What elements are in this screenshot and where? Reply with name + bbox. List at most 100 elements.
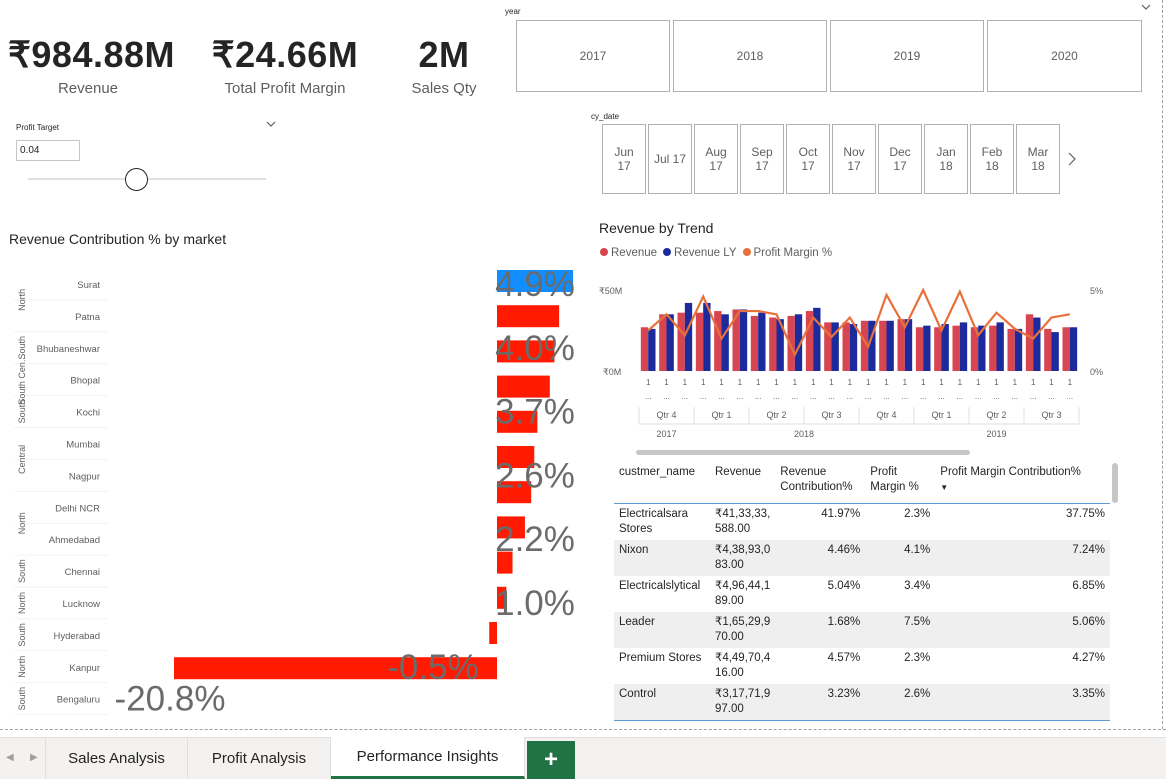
axis-label: ₹0M	[603, 367, 621, 377]
day-tick: 1	[1031, 378, 1036, 387]
table-cell: 4.1%	[865, 539, 936, 576]
date-tile-mar-18[interactable]: Mar 18	[1016, 124, 1060, 194]
table-cell: ₹41,33,33, 588.00	[715, 507, 771, 535]
profit-margin-card: ₹24.66M Total Profit Margin	[205, 34, 365, 97]
day-tick: 1	[719, 378, 724, 387]
market-label: Patna	[75, 312, 101, 323]
date-tile-oct-17[interactable]: Oct 17	[786, 124, 830, 194]
revenue-card: ₹984.88M Revenue	[8, 34, 176, 97]
date-tile-feb-18[interactable]: Feb 18	[970, 124, 1014, 194]
region-label: North	[17, 512, 27, 534]
add-tab-button[interactable]: +	[527, 741, 575, 779]
table-cell: 2.3%	[904, 651, 931, 664]
year-slicer-title: year	[505, 7, 521, 16]
tab-profit-analysis[interactable]: Profit Analysis	[188, 737, 331, 779]
tab-sales-analysis[interactable]: Sales Analysis	[45, 737, 188, 779]
legend-revenue-ly-label: Revenue LY	[674, 247, 737, 259]
table-row[interactable]: Electricalsara Stores ₹41,33,33, 588.00 41…	[614, 503, 1110, 540]
legend-profit-margin-dot	[742, 248, 751, 256]
chevron-right-icon[interactable]	[1067, 152, 1077, 168]
day-tick: 1	[1068, 378, 1073, 387]
year-label: 2017	[656, 429, 676, 439]
table-total-cell: ₹98,48,77 ,213.00	[710, 719, 776, 723]
table-total-cell: Total	[614, 719, 710, 723]
quarter-label: Qtr 2	[766, 410, 786, 420]
revenue-ly-bar	[849, 324, 858, 371]
table-row[interactable]: Control ₹3,17,71,9 97.00 3.23% 2.6% 3.35%	[614, 683, 1110, 720]
revenue-bar	[714, 311, 722, 371]
legend-profit-margin-label: Profit Margin %	[753, 247, 833, 259]
table-total-cell: 100.00%	[775, 719, 866, 723]
date-tile-jan-18[interactable]: Jan 18	[924, 124, 968, 194]
sort-desc-icon[interactable]: ▼	[940, 483, 948, 492]
revenue-bar	[659, 314, 667, 371]
day-tick: 1	[994, 378, 999, 387]
region-label: South	[17, 687, 27, 711]
col-profit-margin-contribution[interactable]: Profit Margin Contribution% ▼	[935, 461, 1110, 504]
table-cell: ₹4,96,44,1 89.00	[715, 579, 771, 607]
year-tile-2017[interactable]: 2017	[516, 20, 670, 92]
tab-next-icon[interactable]: ▶	[30, 752, 38, 763]
day-tick: 1	[664, 378, 669, 387]
date-tile-jul-17[interactable]: Jul 17	[648, 124, 692, 194]
col-profit-margin[interactable]: Profit Margin %	[865, 461, 936, 504]
table-cell: 5.06%	[935, 611, 1110, 648]
col-customer-name[interactable]: custmer_name	[614, 461, 710, 504]
day-tick: 1	[1013, 378, 1018, 387]
table-scrollbar[interactable]	[1112, 463, 1118, 503]
quarter-label: Qtr 3	[1041, 410, 1061, 420]
profit-margin-label: Total Profit Margin	[224, 80, 346, 97]
market-label: Ahmedabad	[49, 535, 100, 546]
revenue-ly-bar	[959, 322, 968, 371]
col-revenue[interactable]: Revenue	[710, 461, 776, 504]
axis-label: ₹50M	[599, 286, 622, 296]
month-tick: ...	[920, 392, 927, 401]
table-row[interactable]: Electricalslytical ₹4,96,44,1 89.00 5.04% 3…	[614, 576, 1110, 612]
contribution-data-label: 2.2%	[495, 520, 575, 559]
day-tick: 1	[939, 378, 944, 387]
date-tile-sep-17[interactable]: Sep 17	[740, 124, 784, 194]
year-tile-2019[interactable]: 2019	[830, 20, 984, 92]
revenue-value: ₹984.88M	[8, 34, 176, 75]
contribution-data-label: 2.6%	[495, 456, 575, 495]
revenue-ly-bar	[721, 314, 729, 371]
table-cell: 3.4%	[904, 579, 931, 592]
revenue-ly-bar	[886, 320, 894, 371]
month-tick: ...	[755, 392, 762, 401]
year-tile-2020[interactable]: 2020	[987, 20, 1142, 92]
table-row[interactable]: Nixon ₹4,38,93,0 83.00 4.46% 4.1% 7.24%	[614, 539, 1110, 576]
col-revenue-contribution[interactable]: Revenue Contribution%	[775, 461, 866, 504]
table-row[interactable]: Premium Stores ₹4,49,70,4 16.00 4.57% 2.3% 4…	[614, 648, 1110, 684]
market-label: Bhopal	[70, 376, 100, 387]
customer-table-container: custmer_name Revenue Revenue Contributio…	[614, 461, 1110, 723]
market-label: Bhubaneshwar	[37, 344, 100, 355]
date-tile-aug-17[interactable]: Aug 17	[694, 124, 738, 194]
contribution-data-label: -20.8%	[115, 680, 226, 717]
table-cell: 6.85%	[1072, 579, 1105, 592]
year-slicer-chevron-icon[interactable]	[1141, 3, 1151, 13]
date-tile-jun-17[interactable]: Jun 17	[602, 124, 646, 194]
month-tick: ...	[681, 392, 688, 401]
profit-target-chevron-icon[interactable]	[266, 120, 276, 130]
tab-prev-icon[interactable]: ◀	[6, 752, 14, 763]
date-tile-nov-17[interactable]: Nov 17	[832, 124, 876, 194]
legend-profit-margin[interactable]: Profit Margin %	[742, 247, 833, 259]
revenue-bar	[989, 325, 997, 371]
revenue-ly-bar	[684, 302, 693, 371]
table-cell: Electricalsara Stores	[619, 507, 689, 535]
table-row[interactable]: Leader ₹1,65,29,9 70.00 1.68% 7.5% 5.06%	[614, 611, 1110, 648]
revenue-ly-bar	[739, 309, 748, 371]
profit-target-slider-thumb[interactable]	[125, 168, 148, 191]
axis-label: 0%	[1090, 367, 1103, 377]
trend-chart-scrollbar[interactable]	[636, 450, 970, 455]
year-tile-2018[interactable]: 2018	[673, 20, 827, 92]
table-cell: ₹4,49,70,4 16.00	[715, 651, 771, 679]
legend-revenue[interactable]: Revenue	[600, 247, 657, 259]
table-cell: 4.57%	[827, 651, 861, 664]
legend-revenue-ly[interactable]: Revenue LY	[663, 247, 737, 259]
table-cell: ₹4,38,93,0 83.00	[710, 539, 776, 576]
date-tile-dec-17[interactable]: Dec 17	[878, 124, 922, 194]
tab-performance-insights[interactable]: Performance Insights	[331, 737, 525, 779]
profit-target-input[interactable]: 0.04	[16, 140, 80, 161]
legend-revenue-dot	[600, 248, 608, 256]
